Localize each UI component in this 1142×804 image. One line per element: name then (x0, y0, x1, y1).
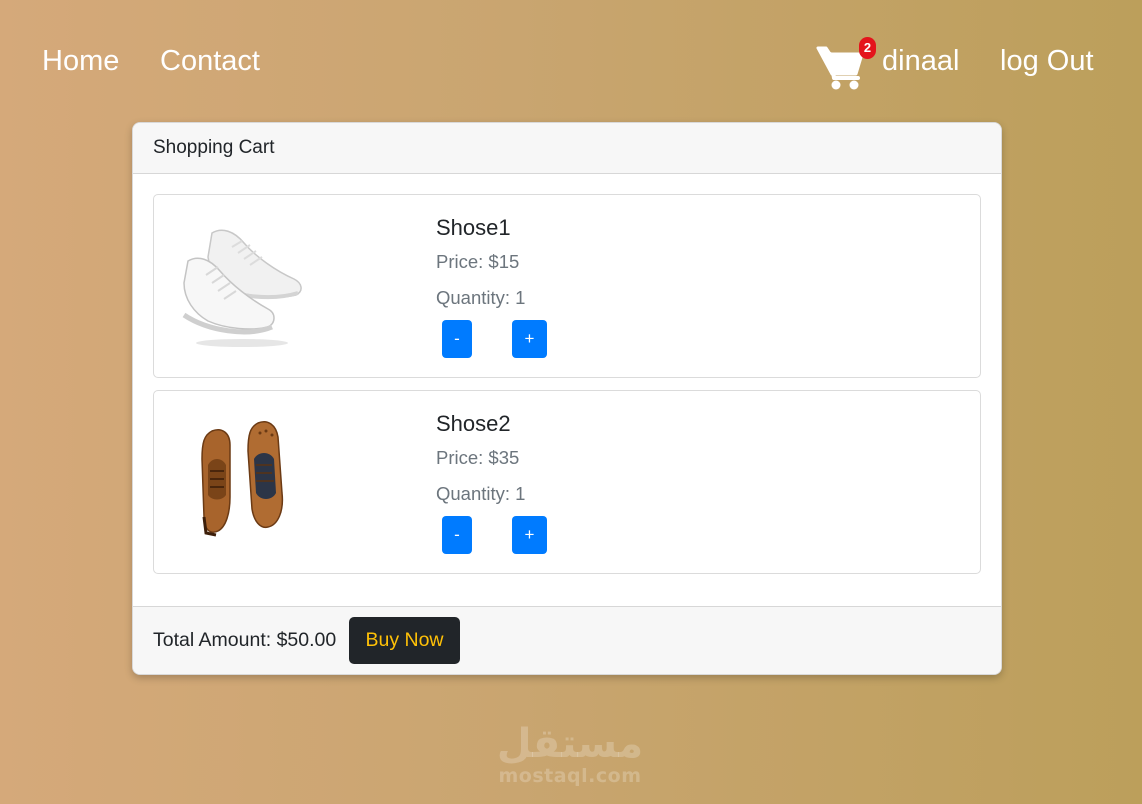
decrease-quantity-button[interactable]: - (442, 516, 472, 554)
shopping-cart-card: Shopping Cart Shose1 Price: $15 Quantity… (132, 122, 1002, 675)
logout-link[interactable]: log Out (1000, 42, 1094, 80)
card-header: Shopping Cart (133, 123, 1001, 174)
product-image-white-sneakers (172, 213, 322, 353)
shopping-cart-icon (816, 46, 864, 90)
product-price: Price: $35 (436, 447, 520, 468)
cart-button[interactable]: 2 (814, 36, 876, 92)
product-image-brown-brogues (172, 409, 322, 549)
buy-now-button[interactable]: Buy Now (349, 617, 460, 664)
total-amount: Total Amount: $50.00 (153, 629, 337, 651)
nav-contact-link[interactable]: Contact (160, 42, 260, 80)
decrease-quantity-button[interactable]: - (442, 320, 472, 358)
product-quantity: Quantity: 1 (436, 483, 526, 504)
product-quantity: Quantity: 1 (436, 287, 526, 308)
watermark-url: mostaql.com (498, 765, 642, 787)
product-name: Shose2 (436, 411, 511, 436)
card-footer: Total Amount: $50.00 Buy Now (133, 606, 1001, 674)
cart-item: Shose1 Price: $15 Quantity: 1 - + (153, 194, 981, 378)
top-navbar: Home Contact 2 dinaal log Out (0, 0, 1142, 122)
nav-home-link[interactable]: Home (42, 42, 119, 80)
cart-count-badge: 2 (859, 37, 876, 59)
mostaql-watermark: مستقل mostaql.com (480, 722, 660, 792)
username-label: dinaal (882, 45, 960, 77)
increase-quantity-button[interactable]: + (512, 516, 547, 554)
product-price: Price: $15 (436, 251, 520, 272)
cart-item: Shose2 Price: $35 Quantity: 1 - + (153, 390, 981, 574)
increase-quantity-button[interactable]: + (512, 320, 547, 358)
card-title: Shopping Cart (153, 137, 275, 158)
product-name: Shose1 (436, 215, 511, 240)
watermark-arabic-logo: مستقل (496, 721, 644, 767)
